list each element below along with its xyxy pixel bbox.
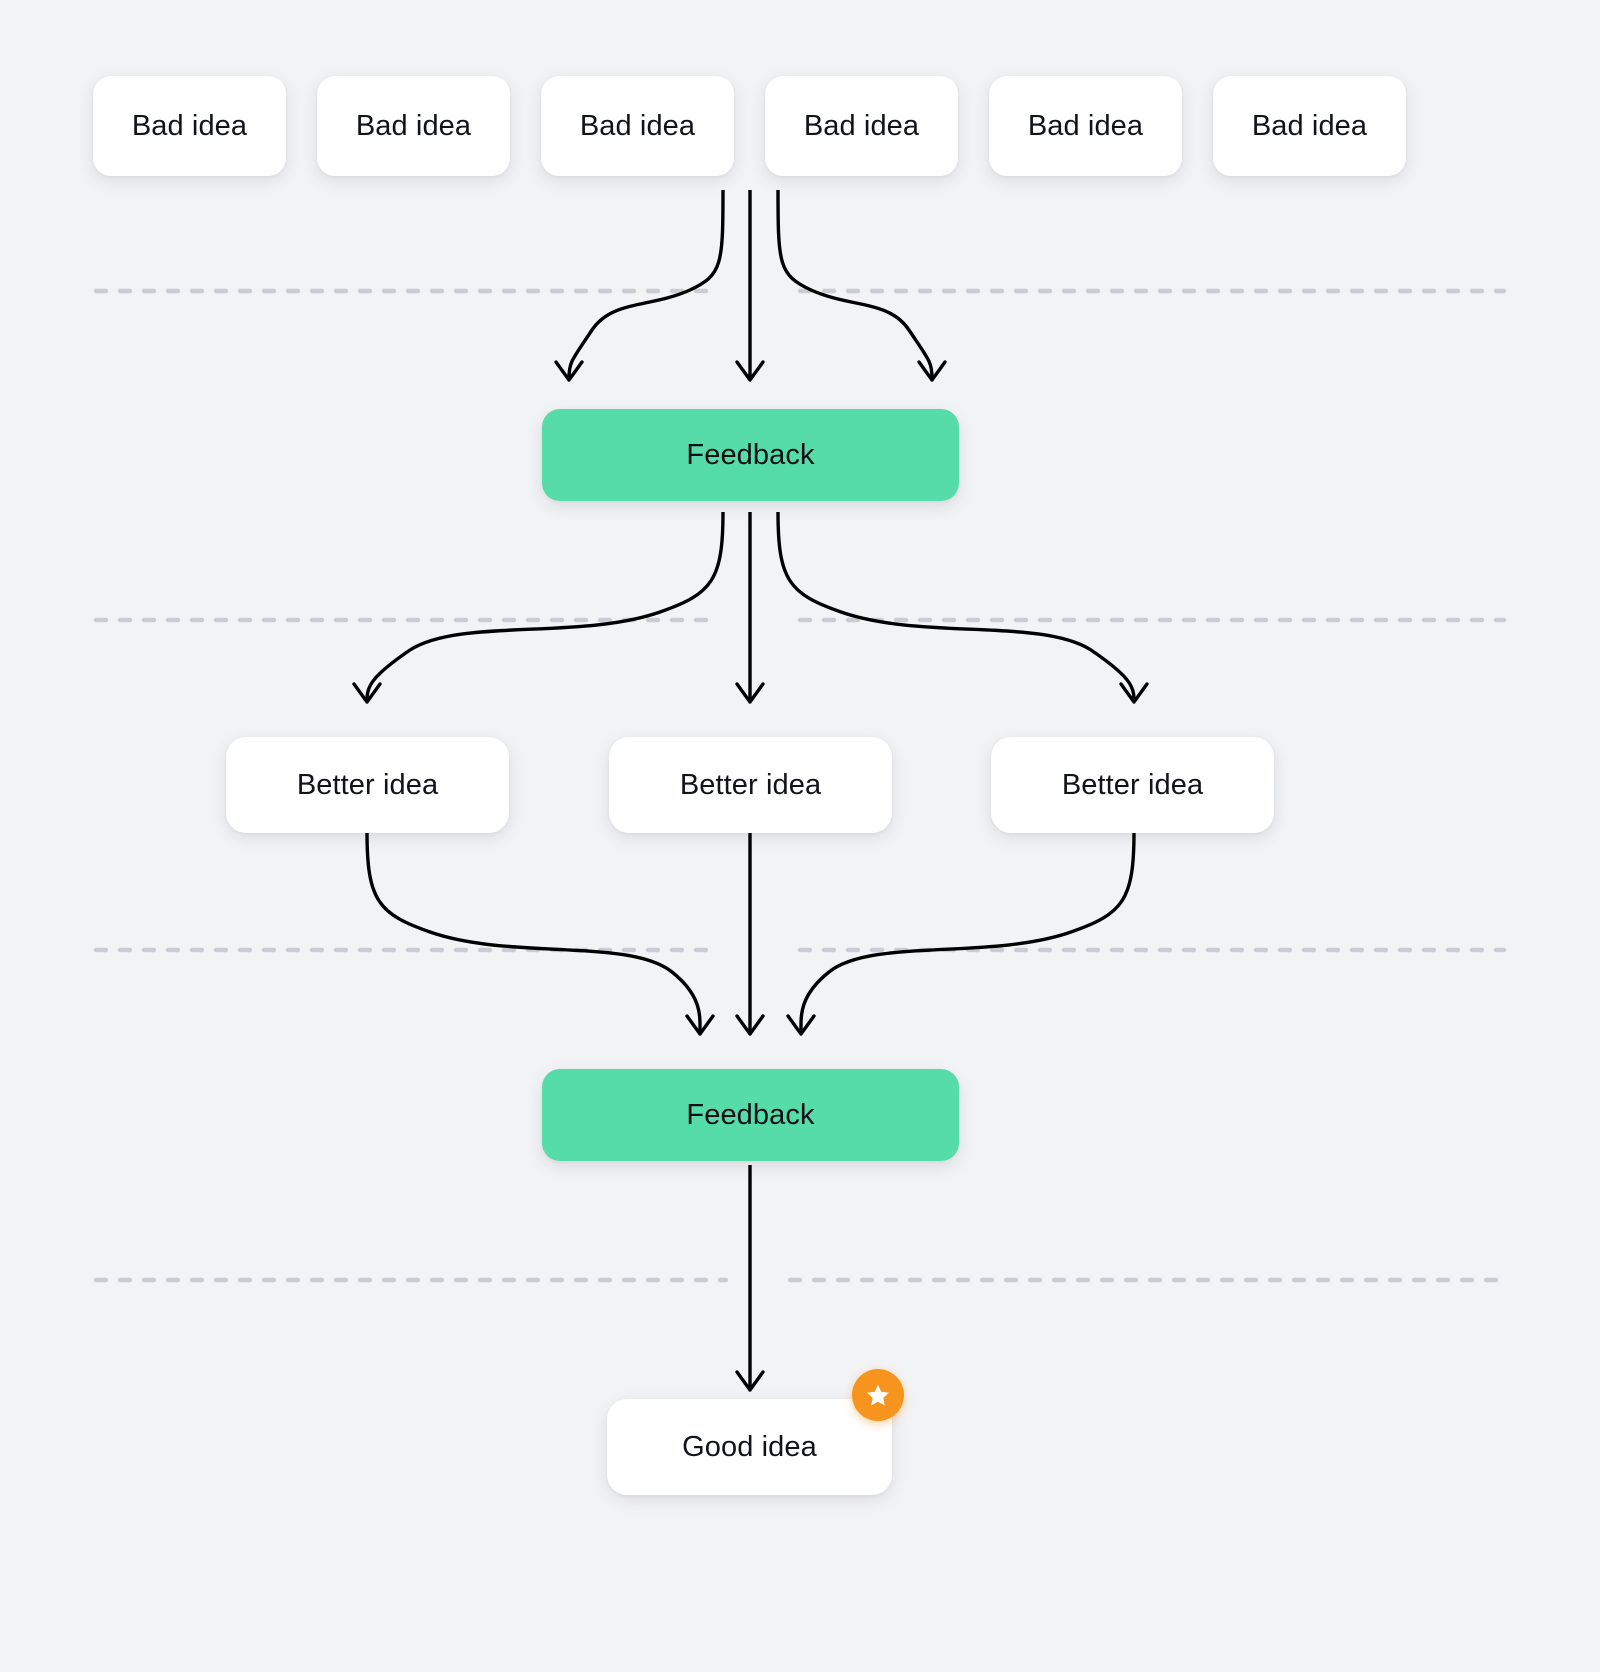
card-label: Bad idea: [803, 109, 920, 142]
card-label: Bad idea: [579, 109, 696, 142]
card-bad-idea-2[interactable]: Bad idea: [317, 76, 510, 176]
card-label: Bad idea: [1251, 109, 1368, 142]
arrow-bad-to-feedback-left: [554, 189, 725, 382]
card-label: Bad idea: [355, 109, 472, 142]
card-feedback-1[interactable]: Feedback: [542, 409, 959, 501]
star-icon[interactable]: [852, 1369, 904, 1421]
card-label: Better idea: [1061, 768, 1204, 801]
card-better-idea-3[interactable]: Better idea: [991, 737, 1274, 833]
arrow-better-to-feedback-center: [735, 832, 765, 1036]
arrow-feedback-to-better-right: [776, 511, 1149, 704]
card-better-idea-2[interactable]: Better idea: [609, 737, 892, 833]
arrow-feedback-to-good-idea: [735, 1165, 765, 1392]
arrow-feedback-to-better-left: [352, 511, 725, 704]
card-better-idea-1[interactable]: Better idea: [226, 737, 509, 833]
card-bad-idea-4[interactable]: Bad idea: [765, 76, 958, 176]
diagram-canvas: .wire { fill: none; stroke: #000000; str…: [0, 0, 1600, 1672]
arrow-bad-to-feedback-right: [776, 189, 947, 382]
arrow-better-to-feedback-right: [786, 831, 1136, 1036]
card-bad-idea-1[interactable]: Bad idea: [93, 76, 286, 176]
card-label: Feedback: [686, 1098, 815, 1131]
card-label: Good idea: [682, 1430, 817, 1463]
arrow-feedback-to-better-center: [735, 512, 765, 704]
card-bad-idea-6[interactable]: Bad idea: [1213, 76, 1406, 176]
card-label: Better idea: [296, 768, 439, 801]
card-bad-idea-3[interactable]: Bad idea: [541, 76, 734, 176]
card-label: Bad idea: [131, 109, 248, 142]
card-feedback-2[interactable]: Feedback: [542, 1069, 959, 1161]
card-good-idea[interactable]: Good idea: [607, 1399, 892, 1495]
arrow-bad-to-feedback-center: [735, 190, 765, 382]
card-bad-idea-5[interactable]: Bad idea: [989, 76, 1182, 176]
card-label: Feedback: [686, 438, 815, 471]
card-label: Better idea: [679, 768, 822, 801]
arrow-better-to-feedback-left: [365, 831, 715, 1036]
card-label: Bad idea: [1027, 109, 1144, 142]
